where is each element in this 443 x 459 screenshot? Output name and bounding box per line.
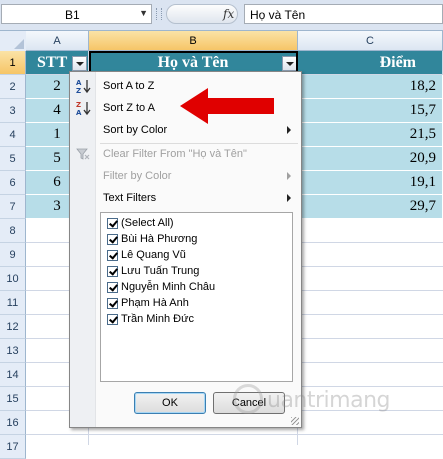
row-header[interactable]: 8 bbox=[0, 219, 26, 243]
fx-icon: fx bbox=[223, 7, 235, 21]
menu-item-label: Sort by Color bbox=[103, 124, 168, 136]
list-item-label: (Select All) bbox=[121, 217, 174, 229]
checkbox-checked-icon[interactable] bbox=[107, 282, 118, 293]
menu-item-label: Filter by Color bbox=[103, 170, 172, 182]
checkbox-checked-icon[interactable] bbox=[107, 250, 118, 261]
column-header-a[interactable]: A bbox=[26, 31, 89, 51]
row-header[interactable]: 16 bbox=[0, 411, 26, 435]
header-score-label: Điểm bbox=[379, 54, 416, 71]
svg-text:A: A bbox=[76, 109, 82, 116]
menu-item-text-filters[interactable]: Text Filters bbox=[70, 187, 301, 209]
row-header[interactable]: 13 bbox=[0, 339, 26, 363]
row-header[interactable]: 11 bbox=[0, 291, 26, 315]
menu-item-label: Sort A to Z bbox=[103, 80, 155, 92]
row-header[interactable]: 4 bbox=[0, 123, 26, 147]
row-header[interactable]: 15 bbox=[0, 387, 26, 411]
score-cell[interactable]: 29,7 bbox=[298, 195, 443, 219]
menu-item-label: Clear Filter From "Họ và Tên" bbox=[103, 148, 247, 160]
ok-button[interactable]: OK bbox=[134, 392, 206, 414]
svg-text:Z: Z bbox=[76, 101, 81, 109]
checkbox-checked-icon[interactable] bbox=[107, 234, 118, 245]
row-header[interactable]: 1 bbox=[0, 51, 26, 75]
row-header[interactable]: 6 bbox=[0, 171, 26, 195]
checkbox-checked-icon[interactable] bbox=[107, 314, 118, 325]
chevron-down-icon[interactable]: ▼ bbox=[139, 8, 148, 18]
header-stt-label: STT bbox=[37, 54, 68, 71]
checkbox-checked-icon[interactable] bbox=[107, 218, 118, 229]
submenu-arrow-icon bbox=[287, 172, 291, 180]
formula-input[interactable]: Họ và Tên bbox=[244, 4, 443, 24]
row-header[interactable]: 14 bbox=[0, 363, 26, 387]
menu-item-clear-filter[interactable]: Clear Filter From "Họ và Tên" bbox=[70, 143, 301, 165]
sort-ascending-icon: A Z bbox=[76, 79, 91, 94]
formula-bar: B1 ▼ fx Họ và Tên bbox=[0, 0, 443, 31]
row-header[interactable]: 5 bbox=[0, 147, 26, 171]
formula-bar-splitter[interactable] bbox=[156, 8, 162, 20]
row-header[interactable]: 10 bbox=[0, 267, 26, 291]
column-header-c[interactable]: C bbox=[298, 31, 443, 51]
submenu-arrow-icon bbox=[287, 194, 291, 202]
watermark-text: uantrimang bbox=[267, 388, 390, 413]
score-cell[interactable]: 15,7 bbox=[298, 99, 443, 123]
score-cell[interactable]: 18,2 bbox=[298, 75, 443, 99]
filter-dropdown-stt[interactable] bbox=[72, 56, 87, 71]
watermark-logo-icon bbox=[233, 384, 263, 414]
list-item-label: Bùi Hà Phương bbox=[121, 233, 198, 245]
list-item-label: Lưu Tuấn Trung bbox=[121, 265, 200, 277]
list-item-label: Lê Quang Vũ bbox=[121, 249, 186, 261]
row-header[interactable]: 12 bbox=[0, 315, 26, 339]
menu-item-label: Sort Z to A bbox=[103, 102, 155, 114]
row-header[interactable]: 17 bbox=[0, 435, 26, 459]
insert-function-button[interactable]: fx bbox=[166, 4, 238, 24]
menu-item-filter-by-color[interactable]: Filter by Color bbox=[70, 165, 301, 187]
checkbox-checked-icon[interactable] bbox=[107, 266, 118, 277]
row-header[interactable]: 2 bbox=[0, 75, 26, 99]
column-header-b[interactable]: B bbox=[89, 31, 298, 51]
svg-text:A: A bbox=[76, 79, 82, 87]
list-item-label: Nguyễn Minh Châu bbox=[121, 281, 216, 293]
list-item-label: Phạm Hà Anh bbox=[121, 297, 189, 309]
svg-text:Z: Z bbox=[76, 87, 81, 94]
score-cell[interactable]: 20,9 bbox=[298, 147, 443, 171]
select-all-corner[interactable] bbox=[0, 31, 27, 52]
name-box[interactable]: B1 ▼ bbox=[1, 4, 152, 24]
menu-item-label: Text Filters bbox=[103, 192, 157, 204]
formula-content: Họ và Tên bbox=[250, 8, 306, 22]
sort-descending-icon: Z A bbox=[76, 101, 91, 116]
checkbox-checked-icon[interactable] bbox=[107, 298, 118, 309]
clear-filter-icon bbox=[76, 148, 90, 160]
header-cell-score[interactable]: Điểm bbox=[298, 51, 443, 75]
filter-value-list[interactable]: (Select All) Bùi Hà Phương Lê Quang Vũ L… bbox=[100, 212, 293, 382]
annotation-arrow-icon bbox=[180, 88, 274, 124]
watermark: uantrimang bbox=[233, 376, 433, 426]
score-cell[interactable]: 19,1 bbox=[298, 171, 443, 195]
row-header[interactable]: 3 bbox=[0, 99, 26, 123]
submenu-arrow-icon bbox=[287, 126, 291, 134]
row-header[interactable]: 9 bbox=[0, 243, 26, 267]
name-box-value: B1 bbox=[65, 8, 80, 22]
list-item-label: Trần Minh Đức bbox=[121, 313, 194, 325]
score-cell[interactable]: 21,5 bbox=[298, 123, 443, 147]
row-header[interactable]: 7 bbox=[0, 195, 26, 219]
